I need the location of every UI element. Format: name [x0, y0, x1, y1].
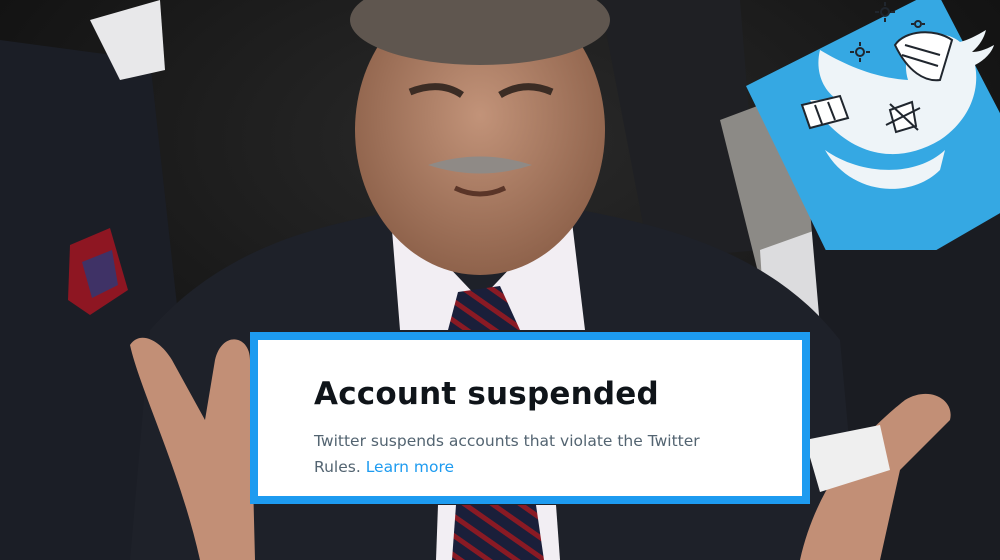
learn-more-link[interactable]: Learn more	[366, 458, 454, 476]
bandaged-bird-badge	[746, 0, 1000, 250]
notice-message: Twitter suspends accounts that violate t…	[314, 428, 734, 480]
notice-title: Account suspended	[314, 376, 659, 412]
suspension-notice-card: Account suspended Twitter suspends accou…	[250, 332, 810, 504]
